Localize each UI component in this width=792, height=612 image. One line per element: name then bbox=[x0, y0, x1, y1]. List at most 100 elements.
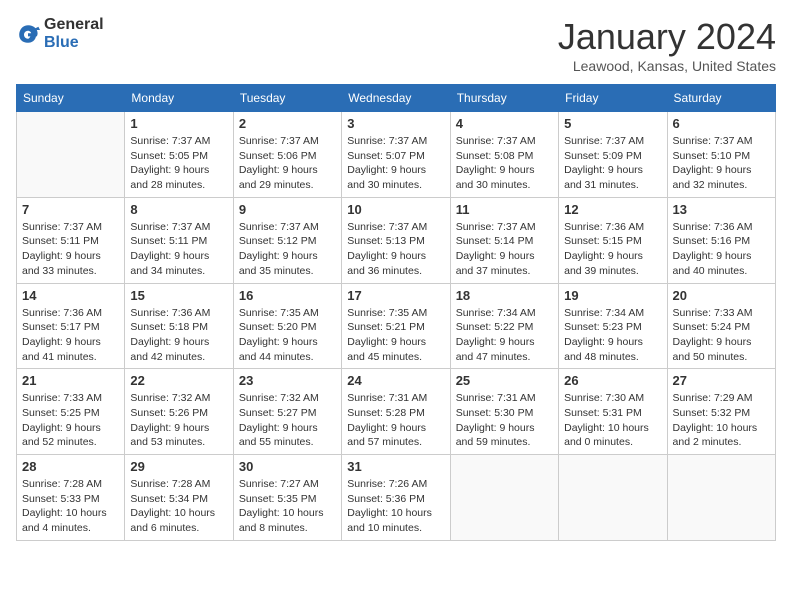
day-info: Sunrise: 7:37 AM Sunset: 5:10 PM Dayligh… bbox=[673, 134, 770, 193]
day-number: 19 bbox=[564, 288, 661, 303]
day-info: Sunrise: 7:33 AM Sunset: 5:24 PM Dayligh… bbox=[673, 306, 770, 365]
calendar-day-cell: 22 Sunrise: 7:32 AM Sunset: 5:26 PM Dayli… bbox=[125, 369, 233, 455]
logo-general: General bbox=[44, 16, 104, 34]
day-info: Sunrise: 7:37 AM Sunset: 5:13 PM Dayligh… bbox=[347, 220, 444, 279]
calendar-day-cell: 4Sunrise: 7:37 AM Sunset: 5:08 PM Daylig… bbox=[450, 112, 558, 198]
calendar-day-cell: 10Sunrise: 7:37 AM Sunset: 5:13 PM Dayli… bbox=[342, 197, 450, 283]
calendar-table: SundayMondayTuesdayWednesdayThursdayFrid… bbox=[16, 84, 776, 541]
day-number: 3 bbox=[347, 116, 444, 131]
calendar-day-cell: 31Sunrise: 7:26 AM Sunset: 5:36 PM Dayli… bbox=[342, 455, 450, 541]
day-info: Sunrise: 7:36 AM Sunset: 5:18 PM Dayligh… bbox=[130, 306, 227, 365]
day-info: Sunrise: 7:32 AM Sunset: 5:27 PM Dayligh… bbox=[239, 391, 336, 450]
day-info: Sunrise: 7:36 AM Sunset: 5:15 PM Dayligh… bbox=[564, 220, 661, 279]
day-info: Sunrise: 7:37 AM Sunset: 5:14 PM Dayligh… bbox=[456, 220, 553, 279]
day-number: 25 bbox=[456, 373, 553, 388]
calendar-day-cell bbox=[559, 455, 667, 541]
calendar-week-row: 21 Sunrise: 7:33 AM Sunset: 5:25 PM Dayli… bbox=[17, 369, 776, 455]
calendar-day-cell: 12 Sunrise: 7:36 AM Sunset: 5:15 PM Dayli… bbox=[559, 197, 667, 283]
calendar-day-cell: 2 Sunrise: 7:37 AM Sunset: 5:06 PM Daylig… bbox=[233, 112, 341, 198]
calendar-day-cell bbox=[667, 455, 775, 541]
day-info: Sunrise: 7:34 AM Sunset: 5:22 PM Dayligh… bbox=[456, 306, 553, 365]
day-info: Sunrise: 7:37 AM Sunset: 5:06 PM Dayligh… bbox=[239, 134, 336, 193]
day-number: 16 bbox=[239, 288, 336, 303]
day-number: 18 bbox=[456, 288, 553, 303]
day-info: Sunrise: 7:28 AM Sunset: 5:34 PM Dayligh… bbox=[130, 477, 227, 536]
day-info: Sunrise: 7:37 AM Sunset: 5:07 PM Dayligh… bbox=[347, 134, 444, 193]
calendar-day-cell: 16 Sunrise: 7:35 AM Sunset: 5:20 PM Dayli… bbox=[233, 283, 341, 369]
day-info: Sunrise: 7:34 AM Sunset: 5:23 PM Dayligh… bbox=[564, 306, 661, 365]
calendar-day-cell: 21 Sunrise: 7:33 AM Sunset: 5:25 PM Dayli… bbox=[17, 369, 125, 455]
day-number: 11 bbox=[456, 202, 553, 217]
day-number: 26 bbox=[564, 373, 661, 388]
calendar-day-cell: 18 Sunrise: 7:34 AM Sunset: 5:22 PM Dayli… bbox=[450, 283, 558, 369]
logo: General Blue bbox=[16, 16, 104, 51]
calendar-day-cell: 8 Sunrise: 7:37 AM Sunset: 5:11 PM Daylig… bbox=[125, 197, 233, 283]
month-title: January 2024 bbox=[558, 16, 776, 58]
calendar-day-cell: 29 Sunrise: 7:28 AM Sunset: 5:34 PM Dayli… bbox=[125, 455, 233, 541]
day-number: 8 bbox=[130, 202, 227, 217]
day-info: Sunrise: 7:36 AM Sunset: 5:16 PM Dayligh… bbox=[673, 220, 770, 279]
day-number: 29 bbox=[130, 459, 227, 474]
calendar-header-cell: Monday bbox=[125, 85, 233, 112]
page-header: General Blue January 2024 Leawood, Kansa… bbox=[16, 16, 776, 74]
location: Leawood, Kansas, United States bbox=[558, 58, 776, 74]
calendar-header-cell: Friday bbox=[559, 85, 667, 112]
day-info: Sunrise: 7:37 AM Sunset: 5:09 PM Dayligh… bbox=[564, 134, 661, 193]
calendar-day-cell: 5 Sunrise: 7:37 AM Sunset: 5:09 PM Daylig… bbox=[559, 112, 667, 198]
calendar-header-row: SundayMondayTuesdayWednesdayThursdayFrid… bbox=[17, 85, 776, 112]
day-info: Sunrise: 7:35 AM Sunset: 5:20 PM Dayligh… bbox=[239, 306, 336, 365]
day-info: Sunrise: 7:37 AM Sunset: 5:05 PM Dayligh… bbox=[130, 134, 227, 193]
day-number: 27 bbox=[673, 373, 770, 388]
day-info: Sunrise: 7:32 AM Sunset: 5:26 PM Dayligh… bbox=[130, 391, 227, 450]
calendar-header-cell: Thursday bbox=[450, 85, 558, 112]
day-info: Sunrise: 7:27 AM Sunset: 5:35 PM Dayligh… bbox=[239, 477, 336, 536]
day-number: 21 bbox=[22, 373, 119, 388]
calendar-day-cell: 14Sunrise: 7:36 AM Sunset: 5:17 PM Dayli… bbox=[17, 283, 125, 369]
calendar-day-cell: 19 Sunrise: 7:34 AM Sunset: 5:23 PM Dayli… bbox=[559, 283, 667, 369]
day-info: Sunrise: 7:30 AM Sunset: 5:31 PM Dayligh… bbox=[564, 391, 661, 450]
day-info: Sunrise: 7:35 AM Sunset: 5:21 PM Dayligh… bbox=[347, 306, 444, 365]
day-number: 22 bbox=[130, 373, 227, 388]
day-number: 28 bbox=[22, 459, 119, 474]
calendar-header-cell: Sunday bbox=[17, 85, 125, 112]
calendar-day-cell bbox=[450, 455, 558, 541]
calendar-body: 1 Sunrise: 7:37 AM Sunset: 5:05 PM Daylig… bbox=[17, 112, 776, 541]
logo-text: General Blue bbox=[44, 16, 104, 51]
day-info: Sunrise: 7:37 AM Sunset: 5:11 PM Dayligh… bbox=[130, 220, 227, 279]
calendar-day-cell: 28 Sunrise: 7:28 AM Sunset: 5:33 PM Dayli… bbox=[17, 455, 125, 541]
day-info: Sunrise: 7:28 AM Sunset: 5:33 PM Dayligh… bbox=[22, 477, 119, 536]
calendar-day-cell: 30 Sunrise: 7:27 AM Sunset: 5:35 PM Dayli… bbox=[233, 455, 341, 541]
calendar-day-cell: 1 Sunrise: 7:37 AM Sunset: 5:05 PM Daylig… bbox=[125, 112, 233, 198]
day-number: 13 bbox=[673, 202, 770, 217]
day-number: 4 bbox=[456, 116, 553, 131]
day-info: Sunrise: 7:31 AM Sunset: 5:30 PM Dayligh… bbox=[456, 391, 553, 450]
day-number: 9 bbox=[239, 202, 336, 217]
day-number: 12 bbox=[564, 202, 661, 217]
day-info: Sunrise: 7:37 AM Sunset: 5:12 PM Dayligh… bbox=[239, 220, 336, 279]
calendar-day-cell: 15Sunrise: 7:36 AM Sunset: 5:18 PM Dayli… bbox=[125, 283, 233, 369]
calendar-day-cell: 26 Sunrise: 7:30 AM Sunset: 5:31 PM Dayli… bbox=[559, 369, 667, 455]
day-number: 20 bbox=[673, 288, 770, 303]
day-info: Sunrise: 7:29 AM Sunset: 5:32 PM Dayligh… bbox=[673, 391, 770, 450]
day-number: 1 bbox=[130, 116, 227, 131]
calendar-day-cell: 20 Sunrise: 7:33 AM Sunset: 5:24 PM Dayli… bbox=[667, 283, 775, 369]
calendar-header-cell: Tuesday bbox=[233, 85, 341, 112]
day-number: 30 bbox=[239, 459, 336, 474]
day-number: 5 bbox=[564, 116, 661, 131]
day-info: Sunrise: 7:36 AM Sunset: 5:17 PM Dayligh… bbox=[22, 306, 119, 365]
calendar-day-cell: 24Sunrise: 7:31 AM Sunset: 5:28 PM Dayli… bbox=[342, 369, 450, 455]
day-info: Sunrise: 7:37 AM Sunset: 5:11 PM Dayligh… bbox=[22, 220, 119, 279]
calendar-day-cell: 9 Sunrise: 7:37 AM Sunset: 5:12 PM Daylig… bbox=[233, 197, 341, 283]
day-info: Sunrise: 7:31 AM Sunset: 5:28 PM Dayligh… bbox=[347, 391, 444, 450]
day-number: 2 bbox=[239, 116, 336, 131]
calendar-day-cell: 27 Sunrise: 7:29 AM Sunset: 5:32 PM Dayli… bbox=[667, 369, 775, 455]
calendar-header-cell: Wednesday bbox=[342, 85, 450, 112]
logo-icon bbox=[16, 22, 40, 46]
calendar-day-cell: 17Sunrise: 7:35 AM Sunset: 5:21 PM Dayli… bbox=[342, 283, 450, 369]
day-number: 7 bbox=[22, 202, 119, 217]
calendar-day-cell bbox=[17, 112, 125, 198]
logo-blue: Blue bbox=[44, 34, 104, 52]
day-info: Sunrise: 7:33 AM Sunset: 5:25 PM Dayligh… bbox=[22, 391, 119, 450]
title-block: January 2024 Leawood, Kansas, United Sta… bbox=[558, 16, 776, 74]
calendar-week-row: 28 Sunrise: 7:28 AM Sunset: 5:33 PM Dayli… bbox=[17, 455, 776, 541]
